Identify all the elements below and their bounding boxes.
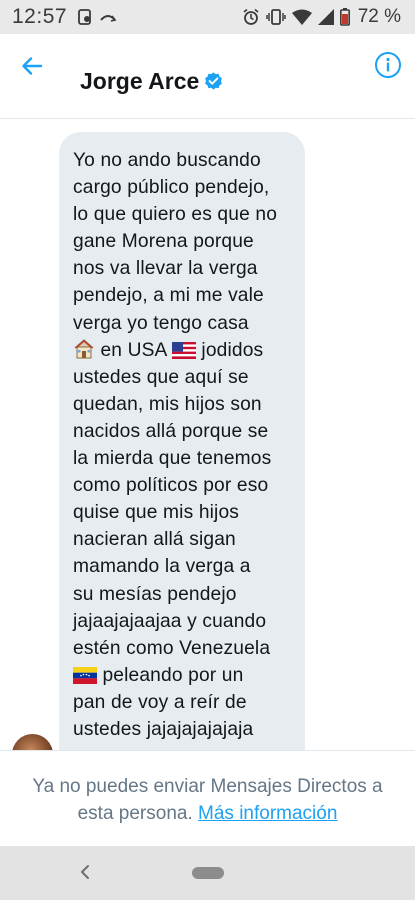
message-line: como políticos por eso — [73, 475, 269, 497]
message-line: cargo público pendejo, — [73, 177, 270, 199]
message-line: jajaajajaajaa y cuando — [73, 610, 267, 632]
message-line: Yo no ando buscando — [73, 150, 261, 171]
status-left-icons — [77, 8, 117, 26]
nav-home-pill[interactable] — [192, 867, 224, 879]
message-line: nacieran allá sigan — [73, 529, 236, 551]
message-line: nacidos allá porque se — [73, 420, 269, 442]
notice-line-2: esta persona. Más información — [0, 800, 415, 827]
notice-line-1: Ya no puedes enviar Mensajes Directos a — [32, 776, 383, 797]
message-list[interactable]: Yo no ando buscando cargo público pendej… — [0, 119, 415, 750]
info-icon[interactable] — [374, 51, 402, 79]
avatar[interactable] — [12, 734, 53, 750]
message-line: lo que quiero es que no — [73, 204, 278, 226]
message-line-usa: en USA jodidos — [73, 337, 295, 364]
message-line-venezuela: peleando por un — [73, 662, 295, 689]
battery-icon — [339, 8, 350, 26]
missed-call-icon — [100, 15, 117, 22]
message-line: la mierda que tenemos — [73, 448, 272, 470]
message-text-usa: en USA — [100, 339, 167, 361]
status-time: 12:57 — [12, 5, 68, 28]
venezuela-flag-emoji — [73, 666, 97, 684]
wifi-icon — [291, 9, 312, 25]
message-line: mamando la verga a — [73, 556, 251, 578]
conversation-header: Jorge Arce — [0, 34, 415, 119]
message-line: estén como Venezuela — [73, 637, 271, 659]
notification-icon — [78, 9, 91, 25]
status-right-icons: 72 % — [242, 6, 401, 28]
battery-percent: 72 % — [357, 6, 401, 27]
dm-disabled-notice: Ya no puedes enviar Mensajes Directos a … — [0, 750, 415, 846]
signal-icon — [317, 9, 334, 25]
message-text-jodidos: jodidos — [201, 339, 264, 361]
us-flag-emoji — [171, 341, 196, 359]
message-line: verga yo tengo casa — [73, 312, 249, 334]
conversation-title: Jorge Arce — [80, 68, 200, 94]
learn-more-link[interactable]: Más información — [198, 803, 337, 824]
status-bar: 12:57 72 % — [0, 0, 415, 34]
message-bubble[interactable]: Yo no ando buscando cargo público pendej… — [59, 132, 305, 750]
alarm-icon — [243, 8, 259, 25]
message-line: pendejo, a mi me vale — [73, 285, 264, 307]
message-line: ustedes que aquí se — [73, 366, 249, 388]
message-line: quedan, mis hijos son — [73, 393, 262, 415]
vibrate-icon — [265, 9, 286, 25]
title-wrap[interactable]: Jorge Arce — [80, 68, 224, 95]
message-line: quise que mis hijos — [73, 502, 240, 524]
message-line: gane Morena porque — [73, 231, 254, 253]
message-text-peleando: peleando por un — [102, 664, 244, 686]
notice-text: esta persona. — [77, 803, 193, 824]
house-emoji — [74, 338, 94, 359]
android-navigation-bar — [0, 846, 415, 900]
message-line: ustedes jajajajajajaja — [73, 718, 254, 740]
arrow-left-icon[interactable] — [20, 54, 44, 78]
message-line: nos va llevar la verga — [73, 258, 258, 280]
verified-badge-icon — [205, 72, 223, 90]
nav-back-icon[interactable] — [76, 862, 94, 882]
message-line: su mesías pendejo — [73, 583, 237, 605]
message-line: pan de voy a reír de — [73, 691, 247, 713]
